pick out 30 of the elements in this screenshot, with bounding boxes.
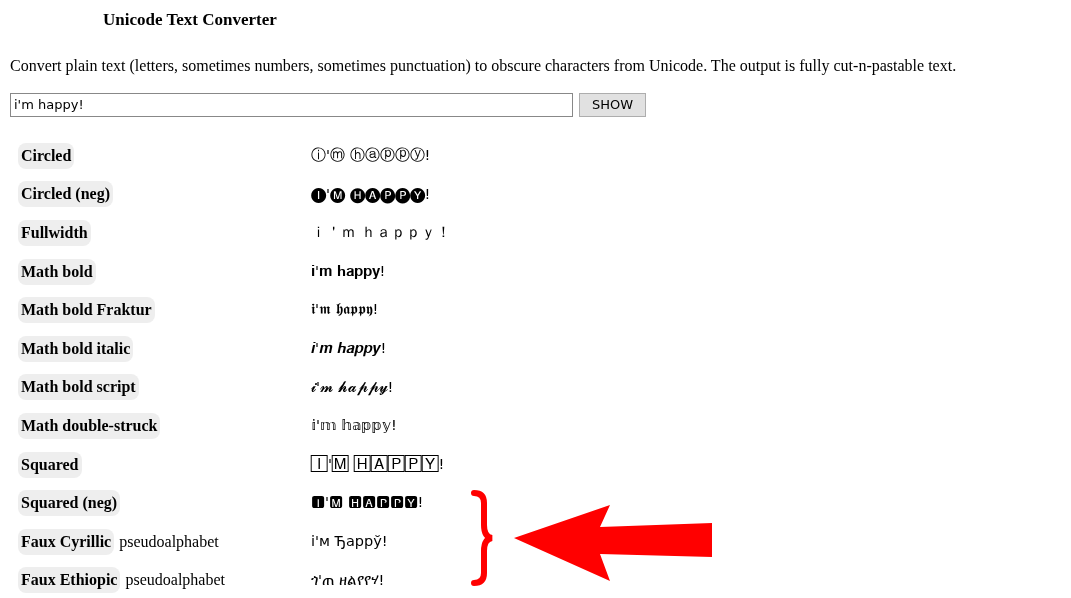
converted-text: ⓘ'ⓜ ⓗⓐⓟⓟⓨ!	[311, 146, 431, 165]
style-label: Circled	[18, 142, 75, 169]
style-label: Faux Cyrillic	[18, 528, 115, 555]
converted-text: 𝕚'𝕞 𝕙𝕒𝕡𝕡𝕪!	[311, 416, 397, 436]
style-label: Math bold Fraktur	[18, 297, 155, 324]
style-label: Squared (neg)	[18, 490, 121, 517]
style-label: Math double-struck	[18, 413, 161, 440]
converted-text: ጎ'ጠ ዘልየየሃ!	[311, 570, 385, 590]
converted-text: 🅸'🅼 🅷🅰🅿🅿🆈!	[311, 493, 424, 513]
style-label: Math bold italic	[18, 335, 134, 362]
show-button[interactable]: SHOW	[579, 92, 647, 117]
style-label: Circled (neg)	[18, 181, 113, 208]
style-label: Math bold script	[18, 374, 139, 401]
style-label: Faux Ethiopic	[18, 567, 121, 594]
description-text: Convert plain text (letters, sometimes numbers, sometimes punctuation) to obscure characters from Unicode. The output is fully cut-n-pastable text.	[10, 56, 958, 76]
converted-text: 🄸'🄼 🄷🄰🄿🄿🅈!	[311, 454, 445, 474]
converted-text: і'м Ђаррў!	[311, 531, 388, 551]
converted-text: 𝓲'𝓶 𝓱𝓪𝓹𝓹𝔂!	[311, 377, 394, 398]
label-note: pseudoalphabet	[119, 531, 219, 553]
converted-text: ｉ＇ｍ ｈａｐｐｙ！	[311, 223, 451, 243]
converted-text: 🅘'🅜 🅗🅐🅟🅟🅨!	[311, 184, 431, 206]
label-note: pseudoalphabet	[125, 570, 225, 591]
converted-text: 𝖎'𝖒 𝖍𝖆𝖕𝖕𝖞!	[311, 300, 379, 320]
page-title: Unicode Text Converter	[103, 10, 278, 31]
text-input-field[interactable]: i'm happy!	[10, 92, 573, 117]
converted-text: 𝒊'𝒎 𝒉𝒂𝒑𝒑𝒚!	[311, 338, 387, 359]
style-label: Fullwidth	[18, 220, 91, 247]
style-label: Squared	[18, 451, 82, 478]
style-label: Math bold	[18, 258, 96, 285]
converted-text: 𝐢'𝐦 𝐡𝐚𝐩𝐩𝐲!	[311, 261, 386, 281]
